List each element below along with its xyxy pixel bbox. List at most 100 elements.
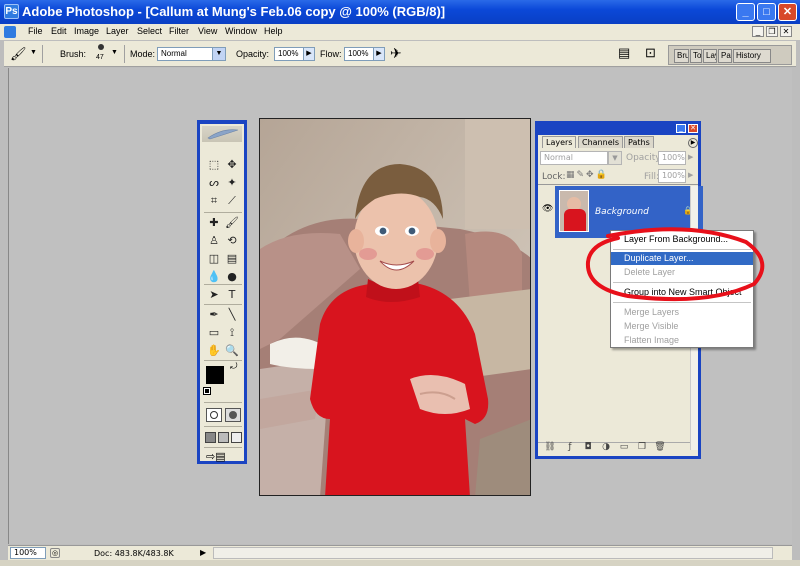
menu-select[interactable]: Select [137,26,162,36]
blend-mode-dropdown-icon[interactable]: ▼ [608,151,622,165]
gradient-icon[interactable]: ▤ [224,252,240,266]
menu-item-layer-from-background[interactable]: Layer From Background... [611,233,753,246]
palette-title-bar[interactable] [538,123,698,135]
move-icon[interactable]: ✥ [224,158,240,172]
line-icon[interactable]: ╲ [224,308,240,322]
dodge-icon[interactable]: ● [224,270,240,284]
quick-mask-icon[interactable] [225,408,241,422]
menu-help[interactable]: Help [264,26,283,36]
brush-picker-dropdown-icon[interactable]: ▼ [111,49,118,56]
layer-style-icon[interactable]: ƒ [564,442,576,452]
layer-name[interactable]: Background [595,207,649,217]
document-canvas[interactable] [259,118,531,496]
well-tab-brushes[interactable]: Bru [674,49,689,63]
pen-icon[interactable]: ✒ [206,308,222,322]
palette-close-icon[interactable]: ✕ [688,124,698,133]
blur-icon[interactable]: 💧 [206,270,222,284]
menu-layer[interactable]: Layer [106,26,129,36]
mode-dropdown-icon[interactable]: ▼ [212,47,226,61]
crop-icon[interactable]: ⌗ [206,194,222,208]
type-icon[interactable]: T [224,288,240,302]
menu-item-merge-visible[interactable]: Merge Visible [611,320,753,333]
menu-item-duplicate-layer[interactable]: Duplicate Layer... [611,252,753,265]
screen-mode-full-menu-icon[interactable] [218,432,229,443]
doc-restore-button[interactable]: ❐ [766,26,778,37]
clone-stamp-icon[interactable]: ♙ [206,234,222,248]
fill-slider-icon[interactable]: ▶ [688,171,693,179]
minimize-button[interactable]: _ [736,3,755,21]
jump-to-imageready-icon[interactable]: ⇨▤ [206,450,226,463]
path-select-icon[interactable]: ➤ [206,288,222,302]
menu-item-delete-layer[interactable]: Delete Layer [611,266,753,279]
close-button[interactable]: ✕ [778,3,797,21]
menu-filter[interactable]: Filter [169,26,189,36]
layer-visibility-eye-icon[interactable]: 👁 [542,204,553,214]
opacity-slider-icon[interactable]: ▶ [303,47,315,61]
menu-item-flatten-image[interactable]: Flatten Image [611,334,753,347]
doc-minimize-button[interactable]: _ [752,26,764,37]
palette-minimize-icon[interactable]: _ [676,124,686,133]
well-tab-history[interactable]: History [733,49,771,63]
mode-select[interactable]: Normal [157,47,213,61]
layer-fill-field[interactable]: 100% [658,169,686,183]
slice-icon[interactable]: ⟋ [224,194,240,208]
photoshop-app-icon[interactable]: Ps [4,4,19,19]
flow-field[interactable]: 100% [344,47,374,61]
hand-icon[interactable]: ✋ [206,344,222,358]
new-layer-icon[interactable]: ❐ [636,442,648,452]
palette-menu-icon[interactable]: ▶ [688,138,698,148]
layer-opacity-field[interactable]: 100% [658,151,686,165]
tab-layers[interactable]: Layers [542,136,577,148]
menu-item-group-smart-object[interactable]: Group into New Smart Object [611,286,753,299]
document-icon[interactable] [4,26,16,38]
lasso-icon[interactable]: ᔕ [206,176,222,190]
adjustment-layer-icon[interactable]: ◑ [600,442,612,452]
horizontal-scrollbar[interactable] [213,547,773,559]
maximize-button[interactable]: □ [757,3,776,21]
menu-item-merge-layers[interactable]: Merge Layers [611,306,753,319]
palette-toggle-icon[interactable]: ⊡ [645,45,656,61]
tab-channels[interactable]: Channels [578,136,624,148]
menu-window[interactable]: Window [225,26,257,36]
brush-tool-icon[interactable]: 🖌 [10,46,27,62]
menu-image[interactable]: Image [74,26,99,36]
delete-layer-icon[interactable]: 🗑 [654,442,666,452]
tool-preset-dropdown-icon[interactable]: ▼ [30,49,37,56]
zoom-field[interactable]: 100% [10,547,46,559]
magic-wand-icon[interactable]: ✦ [224,176,240,190]
brush-preview-icon[interactable] [98,44,104,50]
marquee-icon[interactable]: ⬚ [206,158,222,172]
well-tab-patterns[interactable]: Pat [718,49,732,63]
flow-slider-icon[interactable]: ▶ [373,47,385,61]
notes-icon[interactable]: ▭ [206,326,222,340]
status-info-icon[interactable]: ◎ [50,548,60,558]
well-tab-tool-presets[interactable]: To [690,49,702,63]
eraser-icon[interactable]: ◫ [206,252,222,266]
swap-colors-icon[interactable]: ⤾ [230,362,238,372]
file-browser-icon[interactable]: ▤ [618,45,630,61]
layer-mask-icon[interactable]: ◘ [582,442,594,452]
well-tab-layer-comps[interactable]: Lay [703,49,717,63]
standard-mode-icon[interactable] [206,408,222,422]
tab-paths[interactable]: Paths [624,136,654,148]
eyedropper-icon[interactable]: ⟟ [224,326,240,340]
status-menu-icon[interactable]: ▶ [200,548,206,557]
default-colors-icon[interactable] [203,387,211,395]
menu-view[interactable]: View [198,26,217,36]
brush-icon[interactable]: 🖌 [224,216,240,230]
doc-close-button[interactable]: ✕ [780,26,792,37]
airbrush-icon[interactable]: ✈ [390,45,402,62]
zoom-icon[interactable]: 🔍 [224,344,240,358]
lock-icons[interactable]: ▦✎✥🔒 [566,170,609,180]
screen-mode-standard-icon[interactable] [205,432,216,443]
new-group-icon[interactable]: ▭ [618,442,630,452]
menu-edit[interactable]: Edit [51,26,67,36]
foreground-color-swatch[interactable] [206,366,224,384]
history-brush-icon[interactable]: ⟲ [224,234,240,248]
menu-file[interactable]: File [28,26,43,36]
link-layers-icon[interactable]: ⛓ [544,442,556,452]
opacity-field[interactable]: 100% [274,47,304,61]
blend-mode-select[interactable]: Normal [540,151,608,165]
healing-brush-icon[interactable]: ✚ [206,216,222,230]
opacity-slider-icon[interactable]: ▶ [688,153,693,161]
